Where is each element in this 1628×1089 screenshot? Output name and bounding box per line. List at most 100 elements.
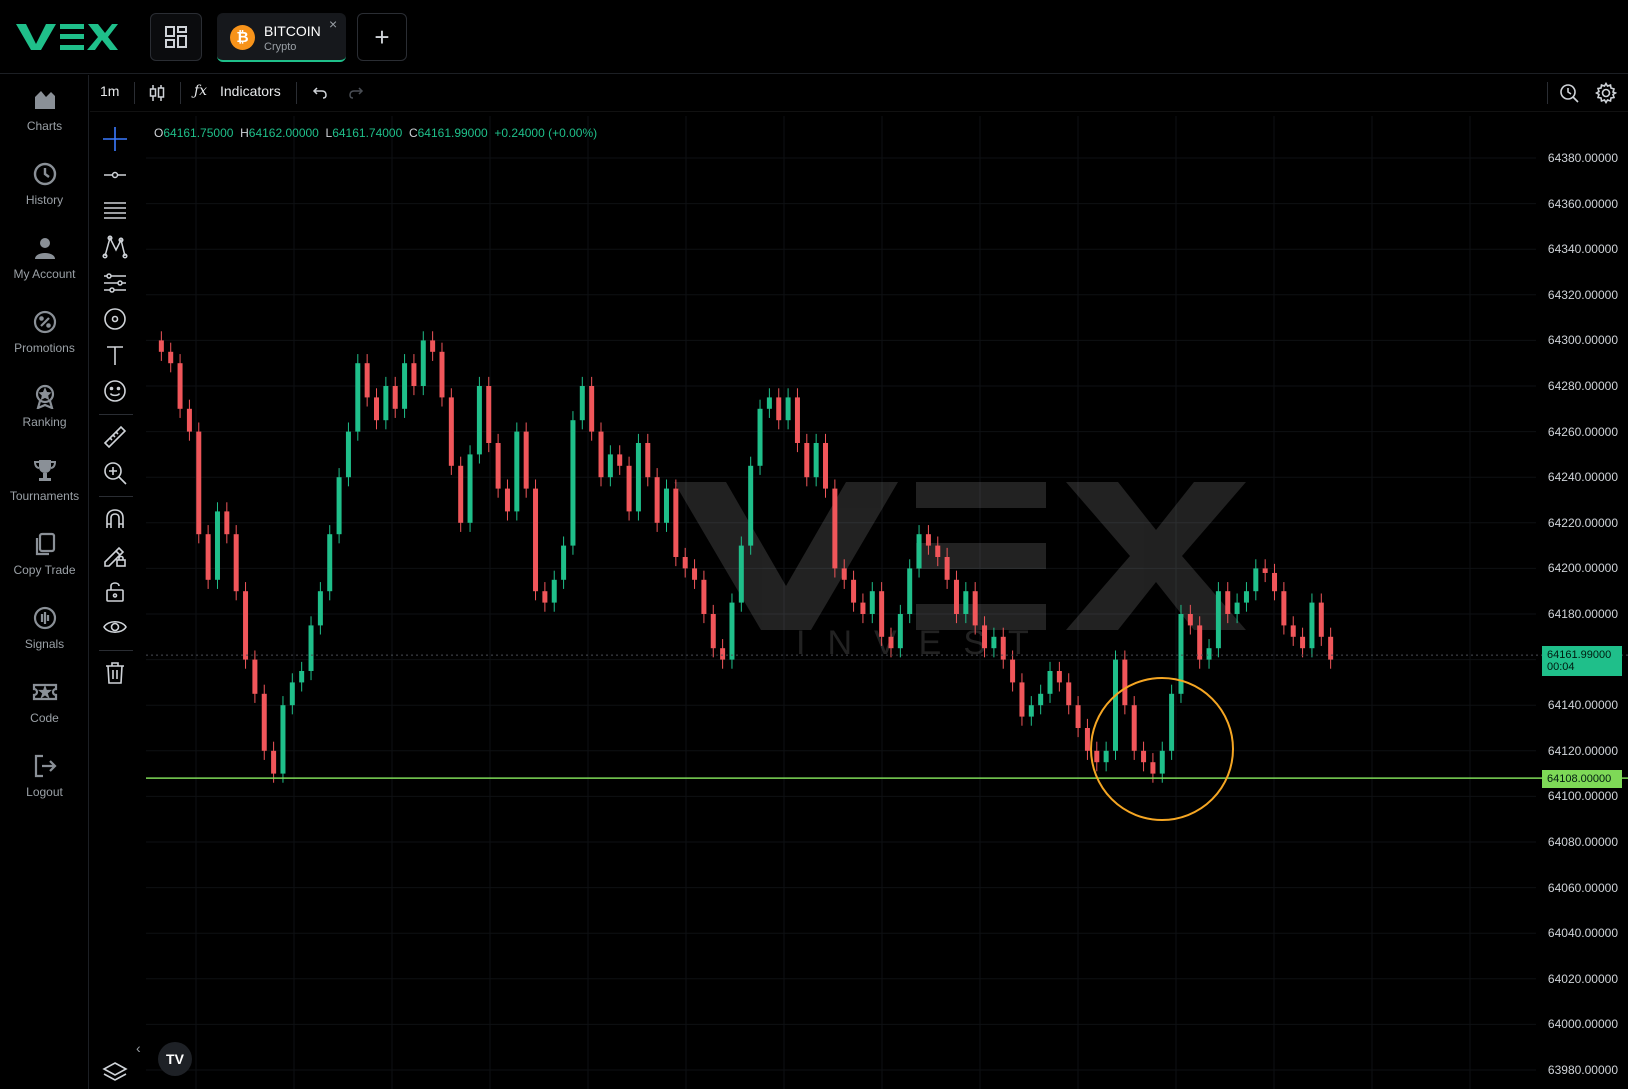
remove-drawings-tool[interactable] <box>102 660 128 686</box>
asset-tab-bitcoin[interactable]: ₿ BITCOIN Crypto × <box>217 13 346 62</box>
sidebar-item-history[interactable]: History <box>0 149 89 219</box>
add-tab-button[interactable]: + <box>357 13 407 61</box>
candle-body <box>935 545 941 557</box>
lock-drawings-tool[interactable] <box>102 578 128 604</box>
candle-body <box>953 579 959 614</box>
sidebar-item-my-account[interactable]: My Account <box>0 223 89 293</box>
candle-body <box>224 511 230 535</box>
sidebar-item-logout[interactable]: Logout <box>0 741 89 811</box>
close-tab-icon[interactable]: × <box>329 16 337 32</box>
candle-body <box>1075 705 1081 728</box>
sidebar-label: Tournaments <box>9 489 80 503</box>
candle-body <box>1272 572 1278 592</box>
candle-body <box>1056 671 1062 683</box>
hide-drawings-tool[interactable] <box>102 614 128 640</box>
candle-body <box>579 386 585 421</box>
sidebar-item-tournaments[interactable]: Tournaments <box>0 445 89 515</box>
text-tool[interactable] <box>102 342 128 368</box>
candle-body <box>766 397 772 409</box>
candle-body <box>860 602 866 614</box>
candle-body <box>626 465 632 512</box>
settings-gear-icon[interactable] <box>1595 82 1617 104</box>
sidebar-item-code[interactable]: Code <box>0 667 89 737</box>
candle-body <box>523 431 529 489</box>
candle-body <box>243 591 249 660</box>
price-chart[interactable]: INVEST <box>146 116 1628 1089</box>
interval-selector[interactable]: 1m <box>100 83 119 99</box>
vex-logo[interactable] <box>14 20 118 52</box>
candle-body <box>355 363 361 432</box>
candle-body <box>832 488 838 569</box>
sidebar-item-charts[interactable]: Charts <box>0 75 89 145</box>
layers-icon <box>102 1062 128 1081</box>
pattern-icon <box>102 235 128 259</box>
candle-body <box>439 351 445 398</box>
trophy-icon <box>33 460 56 481</box>
candle-body <box>1019 682 1025 717</box>
candle-body <box>1300 636 1306 649</box>
zoom-tool[interactable] <box>102 460 128 486</box>
candle-body <box>710 614 716 649</box>
candle-body <box>561 545 567 580</box>
ohlc-open: 64161.75000 <box>163 126 234 140</box>
price-axis-label: 64240.00000 <box>1547 470 1618 485</box>
zoom-in-icon <box>104 462 127 485</box>
sidebar-label: Logout <box>26 785 63 799</box>
candle-type-icon[interactable] <box>148 84 166 102</box>
price-axis-label: 64360.00000 <box>1547 196 1618 211</box>
candle-body <box>851 579 857 603</box>
collapse-toolbar-icon[interactable]: ‹ <box>136 1040 141 1056</box>
candle-body <box>374 397 380 421</box>
pattern-tool[interactable] <box>102 234 128 260</box>
stay-in-drawing-tool[interactable] <box>102 542 128 568</box>
copy-icon <box>35 532 55 556</box>
undo-icon[interactable] <box>312 85 328 101</box>
screenshot-icon[interactable] <box>1558 82 1580 104</box>
price-axis-label: 64000.00000 <box>1547 1017 1618 1032</box>
watermark: INVEST <box>674 482 1246 662</box>
sidebar-item-signals[interactable]: Signals <box>0 593 89 663</box>
candle-body <box>1243 591 1249 603</box>
candle-body <box>345 431 351 478</box>
shape-tool[interactable] <box>102 306 128 332</box>
sidebar-item-promotions[interactable]: Promotions <box>0 297 89 367</box>
indicators-button[interactable]: Indicators <box>220 83 281 99</box>
sidebar-item-copy-trade[interactable]: Copy Trade <box>0 519 89 589</box>
sidebar-item-ranking[interactable]: Ranking <box>0 371 89 441</box>
fib-tool[interactable] <box>102 198 128 224</box>
measure-tool[interactable] <box>102 424 128 450</box>
price-axis-label: 63980.00000 <box>1547 1063 1618 1077</box>
trend-line-tool[interactable] <box>102 162 128 188</box>
candle-body <box>271 750 277 774</box>
candle-body <box>1103 750 1109 763</box>
candle-body <box>654 477 660 523</box>
eye-icon <box>103 620 127 634</box>
sidebar-label: Code <box>30 711 59 725</box>
candle-body <box>776 397 782 421</box>
price-axis-label: 64200.00000 <box>1547 561 1618 576</box>
magnet-tool[interactable] <box>102 506 128 532</box>
price-axis-label: 64120.00000 <box>1547 743 1618 758</box>
current-price-badge: 64161.99000 00:04 <box>1542 646 1622 677</box>
ohlc-close-label: C <box>408 126 418 140</box>
candle-body <box>982 625 988 649</box>
candle-body <box>1122 659 1128 706</box>
object-tree-tool[interactable] <box>102 1060 128 1086</box>
candle-body <box>1000 636 1006 660</box>
tradingview-logo[interactable]: TV <box>158 1042 192 1076</box>
prediction-tool[interactable] <box>102 270 128 296</box>
candle-body <box>1131 705 1137 751</box>
magnet-icon <box>106 509 124 528</box>
candle-body <box>392 386 398 409</box>
candle-body <box>1318 602 1324 637</box>
redo-icon[interactable] <box>348 85 364 101</box>
emoji-tool[interactable] <box>102 378 128 404</box>
layout-grid-button[interactable] <box>150 13 202 61</box>
asset-type: Crypto <box>264 41 297 53</box>
charts-icon <box>34 91 55 109</box>
candle-body <box>991 636 997 649</box>
candle-body <box>879 591 885 637</box>
candle-body <box>411 363 417 386</box>
sidebar: Charts History My Account Promotions Ran… <box>0 75 89 1089</box>
crosshair-tool[interactable] <box>102 126 128 152</box>
